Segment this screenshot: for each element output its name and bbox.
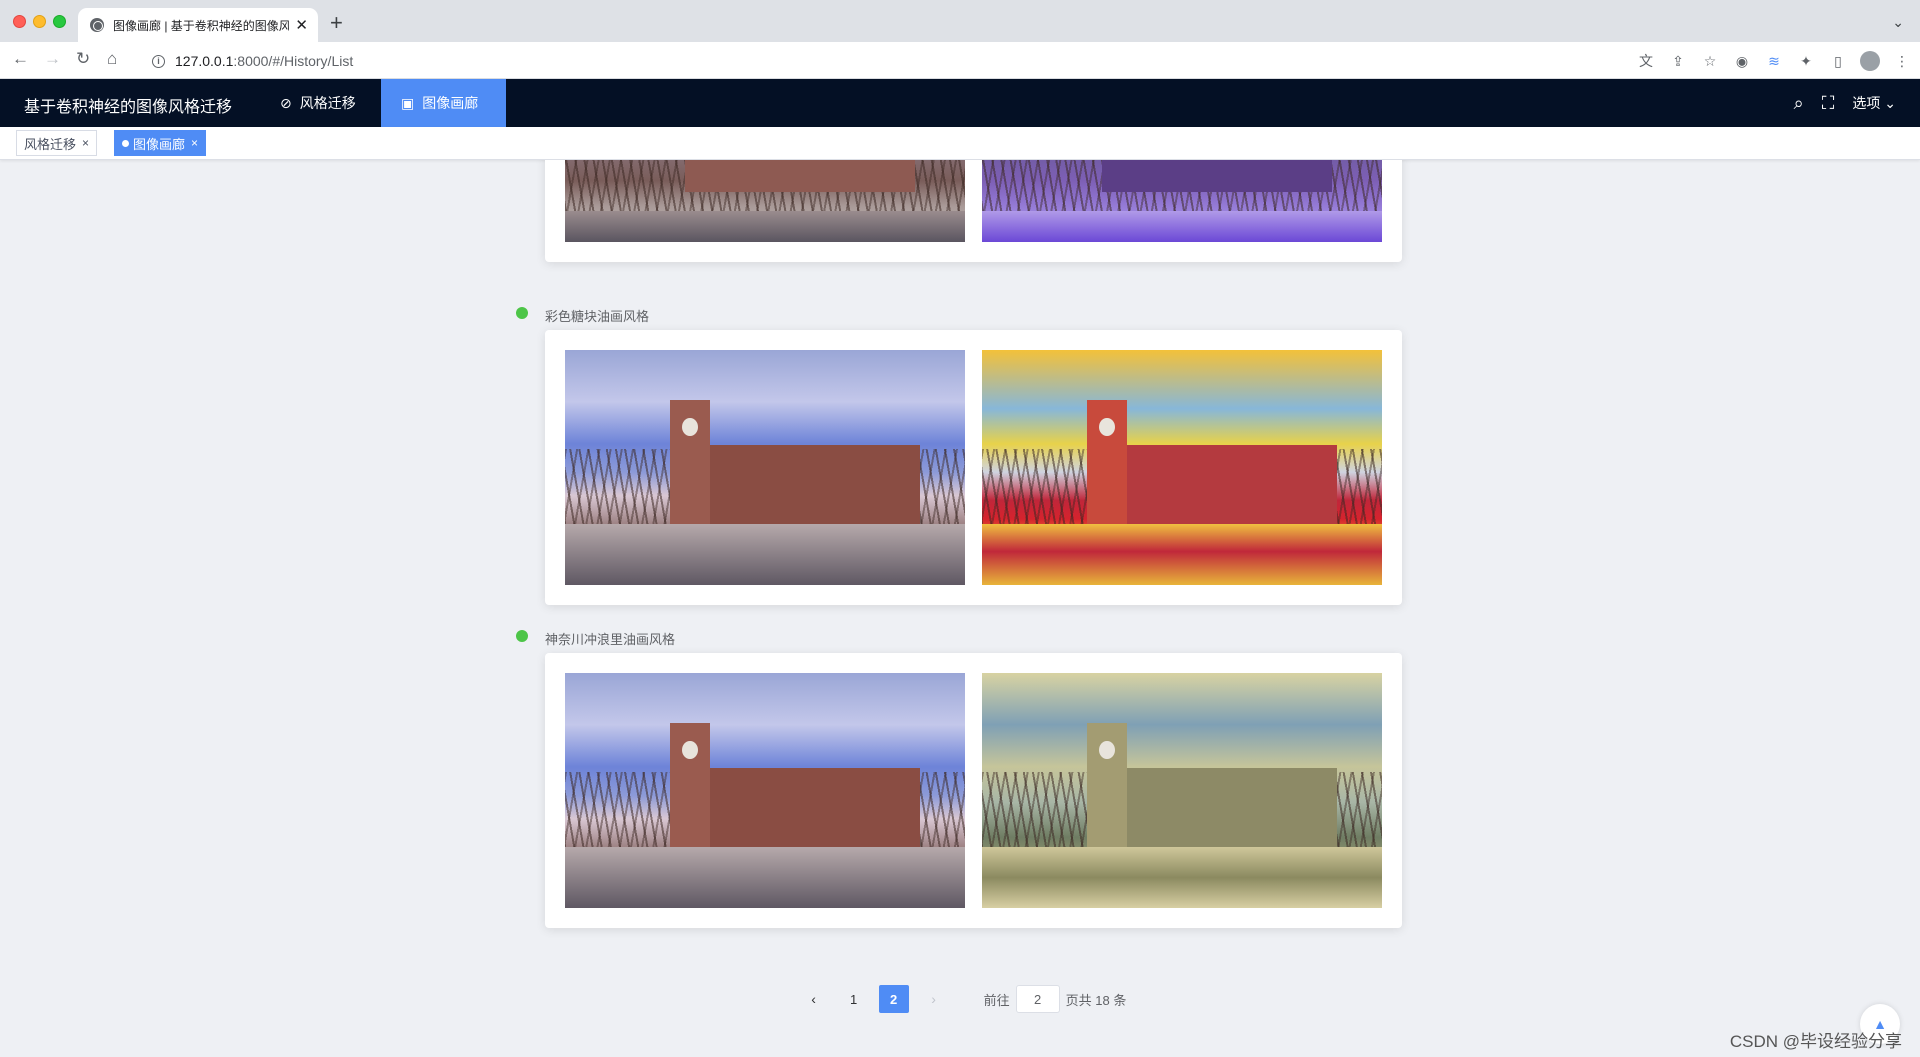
total-text: 页共 18 条: [1065, 992, 1127, 1008]
browser-toolbar: ← → ↻ ⌂ i 127.0.0.1:8000/#/History/List …: [0, 42, 1920, 79]
translate-icon[interactable]: 文: [1636, 51, 1656, 71]
building: [680, 445, 920, 527]
pagination: ‹ 1 2 › 前往 2 页共 18 条: [0, 984, 1920, 1014]
page-jumper: 前往 2 页共 18 条: [983, 985, 1127, 1013]
url-host: 127.0.0.1: [175, 53, 234, 69]
clock-tower: [1087, 723, 1127, 853]
app-title: 基于卷积神经的图像风格迁移: [24, 99, 233, 116]
original-image[interactable]: [565, 160, 965, 242]
extension-icons: 文 ⇪ ☆ ◉ ≋ ✦ ▯ ⋮: [1636, 51, 1912, 71]
timeline-dot: [516, 307, 528, 319]
tag-style-transfer[interactable]: 风格迁移 ×: [16, 130, 98, 156]
original-image[interactable]: [565, 673, 965, 908]
building: [1097, 768, 1337, 850]
building: [685, 160, 915, 192]
prev-page-button[interactable]: ‹: [799, 985, 829, 1013]
building: [680, 768, 920, 850]
ground: [565, 846, 965, 908]
menu-item-gallery[interactable]: ▣ 图像画廊: [381, 79, 506, 127]
back-arrow-icon[interactable]: ←: [12, 50, 29, 67]
maximize-window-button[interactable]: [53, 15, 66, 28]
fullscreen-icon[interactable]: ⛶: [1822, 93, 1835, 114]
star-icon[interactable]: ☆: [1700, 51, 1720, 71]
gallery-card: [545, 330, 1402, 605]
link-icon: ⊘: [280, 94, 292, 111]
gallery-card: [545, 653, 1402, 928]
puzzle-icon[interactable]: ✦: [1796, 51, 1816, 71]
gallery-content: 彩色糖块油画风格 神奈川冲浪里油画风格: [0, 160, 1920, 1057]
extension-face-icon[interactable]: ◉: [1732, 51, 1752, 71]
original-image[interactable]: [565, 350, 965, 585]
close-icon[interactable]: ×: [82, 136, 89, 150]
menu-item-label: 图像画廊: [422, 95, 479, 111]
address-bar[interactable]: i 127.0.0.1:8000/#/History/List: [140, 47, 1610, 75]
url-path: :8000/#/History/List: [233, 53, 354, 69]
menu-item-style-transfer[interactable]: ⊘ 风格迁移: [260, 79, 376, 127]
close-window-button[interactable]: [13, 15, 26, 28]
chevron-down-icon[interactable]: ⌄: [1892, 14, 1904, 31]
info-icon[interactable]: i: [152, 54, 165, 68]
tag-label: 图像画廊: [133, 136, 186, 152]
search-icon[interactable]: ⌕: [1794, 93, 1804, 114]
ground: [982, 846, 1382, 908]
reload-icon[interactable]: ↻: [76, 50, 90, 67]
tag-label: 风格迁移: [24, 136, 77, 152]
style-label: 彩色糖块油画风格: [545, 309, 650, 324]
header-actions: ⌕ ⛶ 选项 ⌄: [1794, 79, 1896, 127]
ground: [982, 211, 1382, 242]
clock-tower: [1087, 400, 1127, 530]
watermark-text: CSDN @毕设经验分享: [1729, 1032, 1902, 1051]
menu-item-label: 风格迁移: [299, 95, 356, 111]
profile-avatar[interactable]: [1860, 51, 1880, 71]
extension-layers-icon[interactable]: ≋: [1764, 51, 1784, 71]
more-vert-icon[interactable]: ⋮: [1892, 51, 1912, 71]
options-dropdown[interactable]: 选项 ⌄: [1852, 93, 1896, 113]
browser-tab[interactable]: 图像画廊 | 基于卷积神经的图像风格迁移 ✕: [78, 8, 318, 42]
timeline-dot: [516, 630, 528, 642]
sidebar-icon[interactable]: ▯: [1828, 51, 1848, 71]
page-button-1[interactable]: 1: [839, 985, 869, 1013]
active-dot: [122, 139, 129, 147]
image-icon: ▣: [401, 94, 415, 111]
chevron-down-icon: ⌄: [1884, 95, 1896, 111]
options-label: 选项: [1852, 95, 1881, 111]
next-page-button[interactable]: ›: [919, 985, 949, 1013]
goto-label: 前往: [983, 992, 1010, 1008]
building: [1102, 160, 1332, 192]
page-button-2[interactable]: 2: [878, 985, 909, 1013]
tag-gallery[interactable]: 图像画廊 ×: [114, 130, 207, 156]
building: [1097, 445, 1337, 527]
browser-tab-strip: 图像画廊 | 基于卷积神经的图像风格迁移 ✕ + ⌄: [0, 0, 1920, 42]
minimize-window-button[interactable]: [33, 15, 46, 28]
close-tab-icon[interactable]: ✕: [295, 18, 308, 33]
share-icon[interactable]: ⇪: [1668, 51, 1688, 71]
ground: [982, 523, 1382, 585]
forward-arrow-icon[interactable]: →: [44, 50, 61, 67]
home-icon[interactable]: ⌂: [107, 50, 117, 67]
style-label: 神奈川冲浪里油画风格: [545, 632, 676, 647]
close-icon[interactable]: ×: [191, 136, 198, 150]
globe-icon: [90, 18, 104, 32]
goto-page-input[interactable]: 2: [1015, 985, 1060, 1013]
ground: [565, 211, 965, 242]
browser-tab-title: 图像画廊 | 基于卷积神经的图像风格迁移: [113, 18, 290, 33]
gallery-card: [545, 160, 1402, 262]
app-header: 基于卷积神经的图像风格迁移 ⊘ 风格迁移 ▣ 图像画廊 ⌕ ⛶ 选项 ⌄: [0, 79, 1920, 127]
styled-image[interactable]: [982, 160, 1382, 242]
clock-tower: [670, 400, 710, 530]
styled-image[interactable]: [982, 673, 1382, 908]
styled-image[interactable]: [982, 350, 1382, 585]
clock-tower: [670, 723, 710, 853]
tags-view: 风格迁移 × 图像画廊 ×: [0, 127, 1920, 160]
new-tab-button[interactable]: +: [330, 12, 343, 34]
url-text: 127.0.0.1:8000/#/History/List: [175, 53, 353, 69]
ground: [565, 523, 965, 585]
